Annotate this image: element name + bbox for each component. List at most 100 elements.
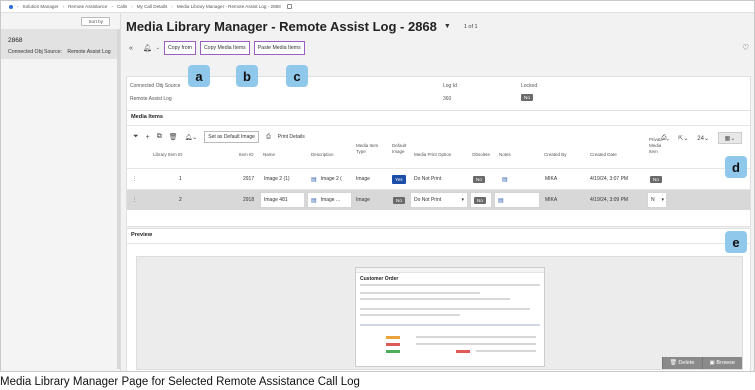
- media-toolbar: ⏷ + ⧉ 🗑︎ 🔔︎⌄ Set as Default Image ⎙ Prin…: [133, 131, 305, 143]
- figure-caption: Media Library Manager Page for Selected …: [0, 376, 360, 388]
- collapse-icon[interactable]: «: [129, 45, 133, 52]
- library-item-id-cell: 1: [179, 176, 182, 182]
- col-library-item-id[interactable]: Library Item ID: [153, 152, 193, 158]
- col-obsolete[interactable]: Obsolete: [472, 152, 490, 158]
- obsolete-badge[interactable]: No: [473, 175, 485, 183]
- caret-down-icon[interactable]: ▾: [661, 197, 664, 203]
- connected-obj-source-value: Remote Assist Log: [130, 96, 172, 102]
- home-icon[interactable]: [9, 4, 13, 9]
- obsolete-badge[interactable]: No: [474, 196, 486, 204]
- scrollbar[interactable]: [117, 29, 120, 369]
- export-icon[interactable]: ⇱⌄: [678, 135, 688, 142]
- log-id-label: Log Id: [443, 83, 457, 89]
- created-by-cell: MIKA: [545, 176, 558, 182]
- connected-obj-source-label: Connected Obj Source: [130, 83, 181, 89]
- row-menu-icon[interactable]: ⋮: [132, 169, 137, 189]
- default-image-badge[interactable]: Yes: [392, 174, 406, 184]
- col-default-image[interactable]: Default Image: [392, 143, 412, 155]
- col-media-item-type[interactable]: Media Item Type: [356, 143, 384, 155]
- preview-card: Preview Customer Order 🗑︎ Delete ▣ Brows…: [126, 228, 751, 371]
- print-icon[interactable]: ⎙: [266, 134, 271, 141]
- callout-e: e: [725, 231, 747, 253]
- breadcrumb-item[interactable]: Calls: [117, 4, 127, 9]
- library-item-id-cell: 2: [179, 197, 182, 203]
- bell-icon[interactable]: 🔔︎: [143, 44, 152, 52]
- list-item[interactable]: 2868 Connected Obj Source: Remote Assist…: [1, 29, 120, 59]
- breadcrumb-item[interactable]: My Call Details: [137, 4, 168, 9]
- list-item-value: Remote Assist Log: [67, 49, 111, 55]
- preview-title: Preview: [131, 232, 153, 238]
- default-image-badge[interactable]: No: [393, 196, 405, 204]
- action-bar: « 🔔︎ ⌄ Copy from Copy Media Items Paste …: [129, 41, 305, 55]
- grid-view-icon[interactable]: ▦⌄: [718, 132, 742, 144]
- app-window: › Solution Manager › Remote Assistance ›…: [0, 0, 755, 372]
- item-id-cell: 2917: [243, 176, 255, 182]
- name-input[interactable]: Image 481: [260, 192, 305, 208]
- breadcrumb-item[interactable]: Solution Manager: [23, 4, 59, 9]
- browse-label: Browse: [716, 360, 735, 366]
- private-select[interactable]: N: [651, 197, 655, 203]
- record-list-panel: Sort by 2868 Connected Obj Source: Remot…: [1, 13, 121, 371]
- notes-icon[interactable]: ▤: [498, 197, 504, 204]
- main-content: Media Library Manager - Remote Assist Lo…: [121, 13, 754, 371]
- list-item-label: Connected Obj Source:: [8, 49, 62, 55]
- image-preview: Customer Order 🗑︎ Delete ▣ Browse: [136, 256, 743, 370]
- table-row-selected[interactable]: ⋮ 2 2918 Image 481 ▤ Image ... Image No D…: [127, 190, 750, 210]
- col-private-media-item[interactable]: Private Media Item: [649, 137, 669, 155]
- sort-by-button[interactable]: Sort by: [81, 16, 110, 26]
- callout-b: b: [236, 65, 258, 87]
- favorite-icon[interactable]: ♡: [742, 44, 750, 52]
- callout-c: c: [286, 65, 308, 87]
- add-icon[interactable]: +: [146, 134, 150, 141]
- description-cell[interactable]: Image 2 (: [321, 176, 342, 182]
- print-option-select[interactable]: Do Not Print: [414, 197, 441, 203]
- bell-icon[interactable]: 🔔︎⌄: [185, 134, 198, 141]
- callout-a: a: [188, 65, 210, 87]
- copy-from-button[interactable]: Copy from: [164, 41, 196, 55]
- notes-icon[interactable]: ▤: [502, 176, 508, 183]
- col-description[interactable]: Description: [311, 152, 334, 158]
- page-size-select[interactable]: 24⌄: [697, 135, 709, 142]
- private-badge[interactable]: No: [650, 175, 662, 183]
- print-option-cell[interactable]: Do Not Print: [414, 169, 441, 189]
- preview-thumbnail: Customer Order: [355, 267, 545, 367]
- col-media-print-option[interactable]: Media Print Option: [414, 152, 451, 158]
- chevron-down-icon[interactable]: ▼: [444, 23, 451, 30]
- set-default-image-button[interactable]: Set as Default Image: [204, 131, 259, 143]
- paste-media-items-button[interactable]: Paste Media Items: [253, 41, 305, 55]
- list-item-title: 2868: [8, 37, 23, 44]
- page-count: 1 of 1: [463, 23, 478, 30]
- filter-icon[interactable]: ⏷: [133, 133, 139, 141]
- log-id-value: 360: [443, 96, 452, 102]
- link-icon[interactable]: [286, 4, 292, 9]
- preview-thumbnail-title: Customer Order: [360, 276, 399, 282]
- locked-badge: No: [521, 94, 533, 101]
- callout-d: d: [725, 156, 747, 178]
- col-notes[interactable]: Notes: [499, 152, 511, 158]
- delete-label: Delete: [678, 360, 695, 366]
- created-date-cell: 4/19/24, 3:07 PM: [590, 176, 629, 182]
- print-details-button[interactable]: Print Details: [278, 134, 305, 140]
- table-row[interactable]: ⋮ 1 2917 Image 2 (1) ▤ Image 2 ( Image Ye…: [127, 169, 750, 189]
- delete-icon[interactable]: 🗑︎: [169, 133, 178, 141]
- col-created-by[interactable]: Created By: [544, 152, 567, 158]
- media-items-card: Media Items ⏷ + ⧉ 🗑︎ 🔔︎⌄ Set as Default …: [126, 110, 751, 227]
- item-id-cell: 2918: [243, 197, 255, 203]
- col-item-id[interactable]: Item ID: [239, 152, 254, 158]
- created-date-cell: 4/19/24, 3:09 PM: [590, 197, 629, 203]
- chevron-down-icon[interactable]: ⌄: [156, 45, 160, 51]
- col-name[interactable]: Name: [263, 152, 275, 158]
- breadcrumb-item[interactable]: Remote Assistance: [68, 4, 107, 9]
- copy-media-items-button[interactable]: Copy Media Items: [199, 41, 250, 55]
- caret-down-icon[interactable]: ▾: [461, 197, 464, 203]
- description-input[interactable]: Image ...: [321, 197, 340, 203]
- browse-button[interactable]: ▣ Browse: [701, 357, 742, 369]
- col-created-date[interactable]: Created Date: [590, 152, 617, 158]
- row-menu-icon[interactable]: ⋮: [132, 190, 137, 210]
- breadcrumb-item-current: Media Library Manager - Remote Assist Lo…: [176, 4, 281, 9]
- copy-icon[interactable]: ⧉: [157, 133, 162, 141]
- delete-button[interactable]: 🗑︎ Delete: [661, 357, 702, 369]
- locked-label: Locked: [521, 83, 538, 89]
- breadcrumb: › Solution Manager › Remote Assistance ›…: [1, 1, 754, 13]
- name-cell[interactable]: Image 2 (1): [264, 169, 290, 189]
